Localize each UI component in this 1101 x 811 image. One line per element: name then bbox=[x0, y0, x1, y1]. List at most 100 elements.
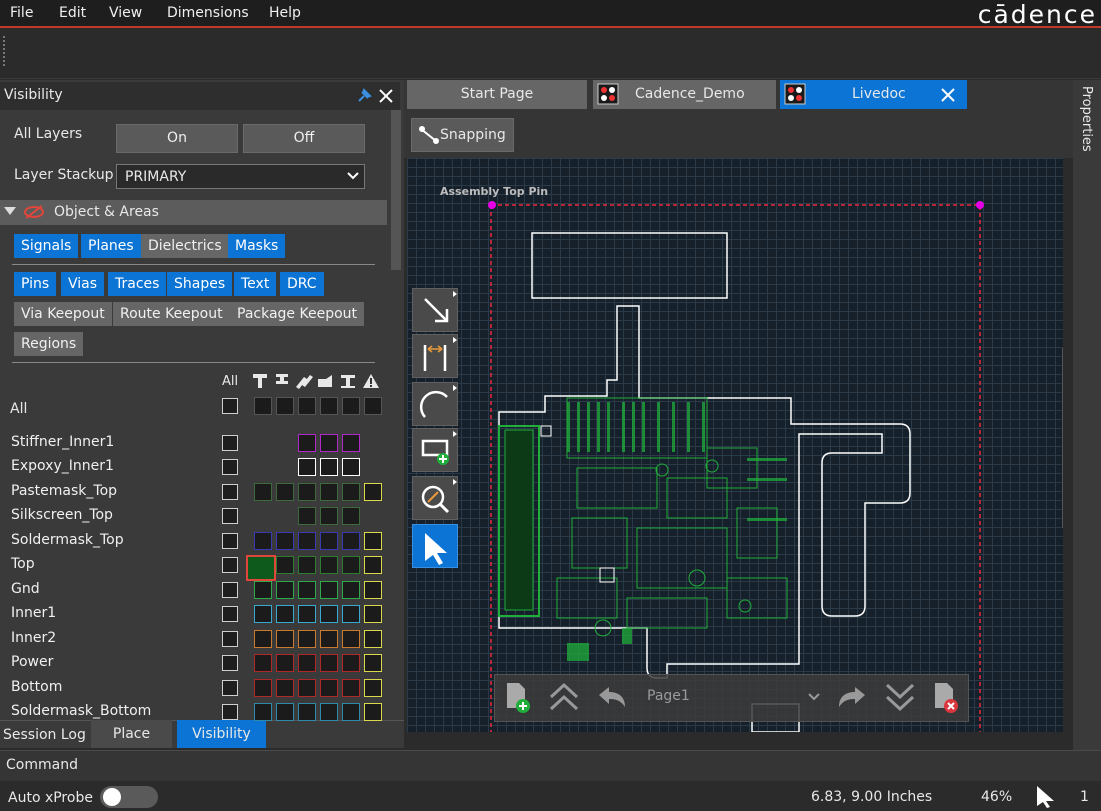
layer-color-swatch[interactable] bbox=[276, 605, 294, 623]
last-page-icon[interactable] bbox=[883, 681, 917, 713]
layer-color-swatch[interactable] bbox=[254, 581, 272, 599]
chip-planes[interactable]: Planes bbox=[81, 234, 141, 258]
layer-all-checkbox[interactable] bbox=[222, 704, 238, 720]
layer-color-swatch[interactable] bbox=[342, 434, 360, 452]
layer-color-swatch[interactable] bbox=[276, 532, 294, 550]
first-page-icon[interactable] bbox=[547, 681, 581, 713]
layer-all-checkbox[interactable] bbox=[222, 533, 238, 549]
add-shape-tool[interactable] bbox=[412, 428, 458, 472]
visibility-scrollbar[interactable] bbox=[391, 110, 401, 270]
close-tab-icon[interactable] bbox=[941, 88, 955, 102]
page-selector-value[interactable]: Page1 bbox=[647, 688, 690, 704]
command-bar[interactable]: Command bbox=[0, 750, 1101, 781]
all-row-column-checkbox[interactable] bbox=[342, 397, 360, 415]
layer-color-swatch[interactable] bbox=[342, 581, 360, 599]
chip-masks[interactable]: Masks bbox=[228, 234, 286, 258]
tab-start-page[interactable]: Start Page bbox=[407, 80, 587, 109]
layer-color-swatch[interactable] bbox=[342, 532, 360, 550]
chip-drc[interactable]: DRC bbox=[280, 272, 324, 296]
layer-color-swatch[interactable] bbox=[254, 605, 272, 623]
layer-color-swatch[interactable] bbox=[254, 630, 272, 648]
chip-text[interactable]: Text bbox=[234, 272, 277, 296]
layer-color-swatch[interactable] bbox=[320, 679, 338, 697]
select-tool[interactable] bbox=[412, 524, 458, 568]
all-layers-on-button[interactable]: On bbox=[116, 124, 238, 153]
layer-color-swatch[interactable] bbox=[298, 679, 316, 697]
layer-all-checkbox[interactable] bbox=[222, 680, 238, 696]
route-tool[interactable] bbox=[412, 288, 458, 332]
layer-color-swatch[interactable] bbox=[320, 630, 338, 648]
layer-drc-checkbox[interactable] bbox=[364, 605, 382, 623]
layer-color-swatch[interactable] bbox=[320, 556, 338, 574]
layer-color-swatch[interactable] bbox=[276, 654, 294, 672]
chip-traces[interactable]: Traces bbox=[108, 272, 167, 296]
layer-stackup-select[interactable]: PRIMARY bbox=[116, 164, 365, 189]
layer-color-swatch[interactable] bbox=[298, 532, 316, 550]
layer-color-swatch[interactable] bbox=[298, 556, 316, 574]
layer-color-swatch[interactable] bbox=[342, 458, 360, 476]
previous-page-icon[interactable] bbox=[595, 683, 629, 711]
delete-page-icon[interactable] bbox=[929, 680, 961, 714]
layer-color-swatch[interactable] bbox=[276, 630, 294, 648]
layer-color-swatch[interactable] bbox=[298, 434, 316, 452]
layer-color-swatch[interactable] bbox=[342, 483, 360, 501]
layer-color-swatch[interactable] bbox=[298, 605, 316, 623]
tab-session-log[interactable]: Session Log bbox=[3, 727, 86, 743]
all-row-column-checkbox[interactable] bbox=[276, 397, 294, 415]
layer-color-swatch[interactable] bbox=[276, 679, 294, 697]
chip-vias[interactable]: Vias bbox=[61, 272, 105, 296]
dimension-tool[interactable] bbox=[412, 334, 458, 378]
layer-drc-checkbox[interactable] bbox=[364, 654, 382, 672]
all-row-column-checkbox[interactable] bbox=[298, 397, 316, 415]
all-row-column-checkbox[interactable] bbox=[320, 397, 338, 415]
layer-color-swatch[interactable] bbox=[342, 630, 360, 648]
layer-color-swatch[interactable] bbox=[276, 581, 294, 599]
arc-tool[interactable] bbox=[412, 382, 458, 426]
chip-package-keepout[interactable]: Package Keepout bbox=[230, 302, 365, 326]
layer-color-swatch[interactable] bbox=[254, 703, 272, 721]
menu-view[interactable]: View bbox=[109, 5, 142, 21]
zoom-tool[interactable] bbox=[412, 476, 458, 520]
layer-color-swatch[interactable] bbox=[342, 703, 360, 721]
layer-color-swatch[interactable] bbox=[298, 581, 316, 599]
menu-file[interactable]: File bbox=[10, 5, 33, 21]
layer-color-swatch[interactable] bbox=[320, 581, 338, 599]
layer-color-swatch[interactable] bbox=[342, 556, 360, 574]
layer-all-checkbox[interactable] bbox=[222, 631, 238, 647]
layer-color-swatch[interactable] bbox=[342, 654, 360, 672]
layer-all-checkbox[interactable] bbox=[222, 459, 238, 475]
auto-xprobe-toggle[interactable] bbox=[100, 786, 158, 808]
add-page-icon[interactable] bbox=[501, 680, 531, 714]
chip-pins[interactable]: Pins bbox=[14, 272, 57, 296]
toolbar-grip[interactable] bbox=[3, 36, 7, 66]
chip-shapes[interactable]: Shapes bbox=[167, 272, 233, 296]
properties-tab[interactable]: Properties bbox=[1079, 86, 1094, 152]
layer-drc-checkbox[interactable] bbox=[364, 703, 382, 721]
layer-all-checkbox[interactable] bbox=[222, 484, 238, 500]
all-row-column-checkbox[interactable] bbox=[254, 397, 272, 415]
chip-route-keepout[interactable]: Route Keepout bbox=[113, 302, 230, 326]
close-icon[interactable] bbox=[377, 87, 395, 105]
layer-color-swatch[interactable] bbox=[298, 654, 316, 672]
layer-color-swatch[interactable] bbox=[320, 458, 338, 476]
chevron-down-icon[interactable] bbox=[808, 692, 820, 702]
layer-color-swatch[interactable] bbox=[320, 507, 338, 525]
layer-drc-checkbox[interactable] bbox=[364, 581, 382, 599]
tab-place[interactable]: Place bbox=[91, 720, 172, 748]
layer-color-swatch[interactable] bbox=[298, 630, 316, 648]
layer-color-swatch[interactable] bbox=[342, 605, 360, 623]
layer-color-swatch[interactable] bbox=[320, 703, 338, 721]
layer-drc-checkbox[interactable] bbox=[364, 556, 382, 574]
layer-all-checkbox[interactable] bbox=[222, 582, 238, 598]
tab-visibility[interactable]: Visibility bbox=[177, 720, 266, 748]
layer-drc-checkbox[interactable] bbox=[364, 483, 382, 501]
chip-dielectrics[interactable]: Dielectrics bbox=[141, 234, 229, 258]
layer-color-swatch[interactable] bbox=[276, 556, 294, 574]
layer-all-checkbox[interactable] bbox=[222, 557, 238, 573]
menu-help[interactable]: Help bbox=[269, 5, 301, 21]
layer-color-swatch[interactable] bbox=[254, 654, 272, 672]
layer-all-checkbox[interactable] bbox=[222, 655, 238, 671]
layer-color-swatch[interactable] bbox=[320, 434, 338, 452]
layer-all-checkbox[interactable] bbox=[222, 606, 238, 622]
layer-color-swatch[interactable] bbox=[342, 679, 360, 697]
